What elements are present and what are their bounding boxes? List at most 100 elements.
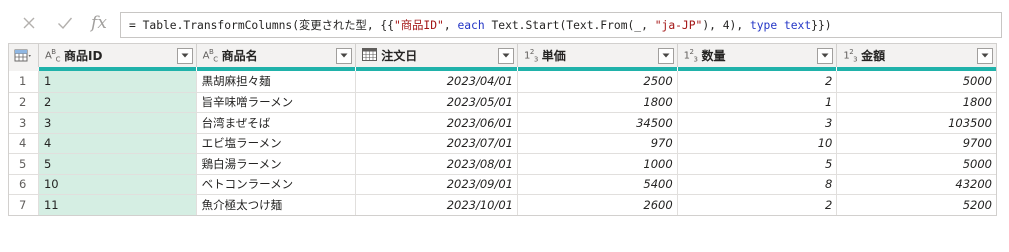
cell-unit-price[interactable]: 2500 <box>518 71 678 92</box>
cell-order-date[interactable]: 2023/04/01 <box>356 71 518 92</box>
row-index[interactable]: 2 <box>9 92 39 112</box>
table-row[interactable]: 3 3 台湾まぜそば 2023/06/01 34500 3 103500 <box>9 112 996 133</box>
cell-product-id[interactable]: 11 <box>38 195 197 215</box>
formula-token: = Table.TransformColumns(変更された型, {{ <box>129 19 395 32</box>
number-type-icon[interactable]: 123 <box>843 48 857 63</box>
cell-product-id[interactable]: 3 <box>38 113 197 133</box>
data-grid: ABC 商品ID ABC 商品名 注文日 123 単価 123 数量 123 金額 1 1 黒胡麻担々麺… <box>8 43 997 216</box>
filter-dropdown-button[interactable] <box>817 47 834 64</box>
cell-order-date[interactable]: 2023/10/01 <box>356 195 518 215</box>
text-type-icon[interactable]: ABC <box>45 48 61 63</box>
formula-token: Text.Start(Text.From(_, <box>484 18 655 32</box>
cell-unit-price[interactable]: 1000 <box>518 154 678 174</box>
cell-amount[interactable]: 5200 <box>837 195 996 215</box>
column-header-amount[interactable]: 123 金額 <box>837 44 996 67</box>
column-header-label: 金額 <box>861 49 886 63</box>
filter-dropdown-button[interactable] <box>336 47 353 64</box>
cell-order-date[interactable]: 2023/07/01 <box>356 133 518 153</box>
close-icon[interactable] <box>16 10 42 36</box>
column-header-label: 商品名 <box>221 49 258 63</box>
cell-unit-price[interactable]: 970 <box>518 133 678 153</box>
column-header-product-name[interactable]: ABC 商品名 <box>197 44 357 67</box>
cell-product-name[interactable]: 台湾まぜそば <box>197 113 357 133</box>
cell-quantity[interactable]: 3 <box>678 113 838 133</box>
number-type-icon[interactable]: 123 <box>684 48 698 63</box>
cell-unit-price[interactable]: 1800 <box>518 92 678 112</box>
chevron-down-icon <box>981 53 989 58</box>
table-row[interactable]: 2 2 旨辛味噌ラーメン 2023/05/01 1800 1 1800 <box>9 91 996 113</box>
cell-unit-price[interactable]: 34500 <box>518 113 678 133</box>
column-header-label: 注文日 <box>381 49 418 63</box>
cell-product-name[interactable]: 鶏白湯ラーメン <box>197 154 357 174</box>
cell-product-name[interactable]: 旨辛味噌ラーメン <box>197 92 357 112</box>
row-index[interactable]: 4 <box>9 133 39 153</box>
cell-unit-price[interactable]: 2600 <box>518 195 678 215</box>
column-header-label: 商品ID <box>63 49 103 63</box>
chevron-down-icon <box>502 53 510 58</box>
cell-quantity[interactable]: 10 <box>678 133 838 153</box>
filter-dropdown-button[interactable] <box>657 47 674 64</box>
cell-amount[interactable]: 5000 <box>837 71 996 92</box>
formula-token: type text <box>749 18 812 32</box>
row-index[interactable]: 1 <box>9 71 39 92</box>
calendar-icon[interactable] <box>362 47 378 64</box>
cell-quantity[interactable]: 2 <box>678 71 838 92</box>
column-header-label: 数量 <box>701 49 726 63</box>
column-header-row: ABC 商品ID ABC 商品名 注文日 123 単価 123 数量 123 金額 <box>8 43 997 67</box>
cell-product-id[interactable]: 5 <box>38 154 197 174</box>
table-row[interactable]: 7 11 魚介極太つけ麺 2023/10/01 2600 2 5200 <box>9 194 996 215</box>
chevron-down-icon <box>340 53 348 58</box>
column-header-label: 単価 <box>541 49 566 63</box>
cell-product-name[interactable]: ベトコンラーメン <box>197 174 357 194</box>
column-header-quantity[interactable]: 123 数量 <box>678 44 838 67</box>
cell-quantity[interactable]: 8 <box>678 174 838 194</box>
cell-product-id[interactable]: 1 <box>38 71 197 92</box>
formula-token: , <box>443 18 458 32</box>
chevron-down-icon <box>662 53 670 58</box>
column-header-unit-price[interactable]: 123 単価 <box>518 44 678 67</box>
filter-dropdown-button[interactable] <box>976 47 993 64</box>
cell-quantity[interactable]: 1 <box>678 92 838 112</box>
table-row[interactable]: 1 1 黒胡麻担々麺 2023/04/01 2500 2 5000 <box>9 71 996 92</box>
table-row[interactable]: 4 4 エビ塩ラーメン 2023/07/01 970 10 9700 <box>9 132 996 154</box>
formula-token: "ja-JP" <box>654 18 703 32</box>
table-menu-icon[interactable] <box>9 44 39 67</box>
row-index[interactable]: 3 <box>9 113 39 133</box>
cell-quantity[interactable]: 2 <box>678 195 838 215</box>
cell-order-date[interactable]: 2023/05/01 <box>356 92 518 112</box>
cell-product-name[interactable]: 黒胡麻担々麺 <box>197 71 357 92</box>
column-header-product-id[interactable]: ABC 商品ID <box>39 44 197 67</box>
cell-product-id[interactable]: 4 <box>38 133 197 153</box>
cell-product-id[interactable]: 2 <box>38 92 197 112</box>
formula-token: ), 4), <box>702 18 750 32</box>
table-row[interactable]: 6 10 ベトコンラーメン 2023/09/01 5400 8 43200 <box>9 173 996 195</box>
cell-order-date[interactable]: 2023/06/01 <box>356 113 518 133</box>
insert-function-button[interactable]: fx <box>86 10 112 36</box>
text-type-icon[interactable]: ABC <box>203 48 219 63</box>
cell-amount[interactable]: 43200 <box>837 175 996 195</box>
cell-amount[interactable]: 5000 <box>837 154 996 174</box>
row-index[interactable]: 6 <box>9 174 39 194</box>
column-header-order-date[interactable]: 注文日 <box>356 44 518 67</box>
filter-dropdown-button[interactable] <box>176 47 193 64</box>
formula-token: each <box>457 18 485 32</box>
cell-unit-price[interactable]: 5400 <box>518 174 678 194</box>
cell-amount[interactable]: 1800 <box>837 93 996 113</box>
cell-quantity[interactable]: 5 <box>678 154 838 174</box>
row-index[interactable]: 5 <box>9 154 39 174</box>
row-index[interactable]: 7 <box>9 195 39 215</box>
cell-product-id[interactable]: 10 <box>38 174 197 194</box>
number-type-icon[interactable]: 123 <box>524 48 538 63</box>
cell-order-date[interactable]: 2023/09/01 <box>356 174 518 194</box>
table-row[interactable]: 5 5 鶏白湯ラーメン 2023/08/01 1000 5 5000 <box>9 153 996 174</box>
cell-amount[interactable]: 103500 <box>837 113 996 133</box>
cell-order-date[interactable]: 2023/08/01 <box>356 154 518 174</box>
formula-token: "商品ID" <box>394 19 444 32</box>
check-icon[interactable] <box>52 10 78 36</box>
cell-amount[interactable]: 9700 <box>837 134 996 154</box>
formula-input[interactable]: = Table.TransformColumns(変更された型, {{"商品ID… <box>120 12 1002 38</box>
table-body: 1 1 黒胡麻担々麺 2023/04/01 2500 2 5000 2 2 旨辛味噌ラーメン 202… <box>8 71 997 216</box>
cell-product-name[interactable]: 魚介極太つけ麺 <box>197 195 357 215</box>
cell-product-name[interactable]: エビ塩ラーメン <box>197 133 357 153</box>
filter-dropdown-button[interactable] <box>497 47 514 64</box>
